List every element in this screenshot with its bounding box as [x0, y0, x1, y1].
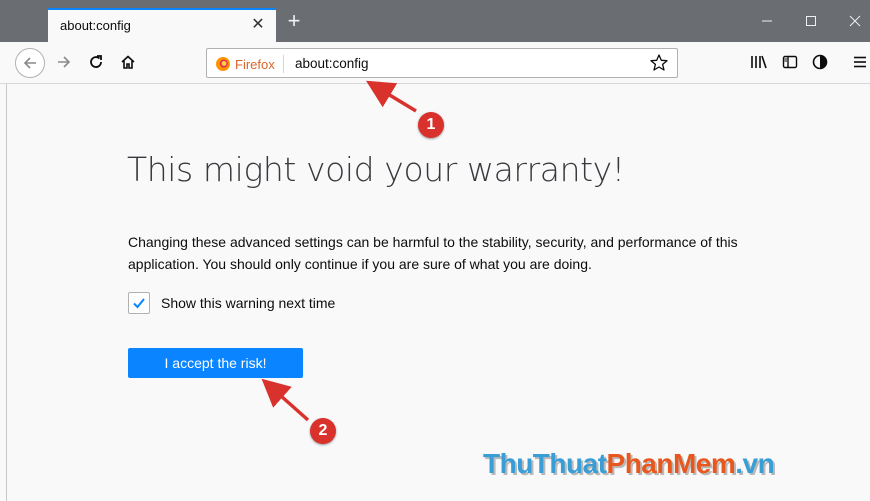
maximize-icon: [806, 16, 816, 26]
maximize-button[interactable]: [796, 12, 826, 32]
arrow-1: [366, 80, 417, 113]
hamburger-menu-icon: [854, 56, 866, 68]
accept-risk-button[interactable]: I accept the risk!: [128, 348, 303, 378]
library-button[interactable]: [744, 48, 772, 76]
close-icon: [849, 15, 861, 27]
url-text[interactable]: about:config: [295, 56, 369, 71]
show-warning-label[interactable]: Show this warning next time: [161, 295, 335, 311]
close-window-button[interactable]: [840, 12, 870, 32]
half-moon-icon: [812, 54, 828, 70]
star-icon: [650, 54, 668, 71]
sidebar-icon: [782, 55, 798, 69]
sidebar-button[interactable]: [776, 48, 804, 76]
menu-button[interactable]: [846, 48, 870, 76]
watermark-part2: PhanMem: [606, 448, 736, 479]
extension-button[interactable]: [806, 48, 834, 76]
titlebar-spacer: [0, 0, 48, 42]
watermark: ThuThuatPhanMem.vn: [483, 448, 775, 480]
back-arrow-icon: [23, 57, 36, 69]
new-tab-button[interactable]: +: [282, 10, 306, 34]
warning-message: Changing these advanced settings can be …: [128, 234, 738, 272]
forward-button[interactable]: [50, 48, 78, 76]
reload-icon: [90, 55, 102, 68]
url-bar[interactable]: Firefox about:config: [206, 48, 678, 78]
watermark-part1: ThuThuat: [483, 448, 607, 479]
page-border: [6, 84, 7, 501]
tab-title: about:config: [60, 18, 131, 33]
firefox-logo-icon: [216, 57, 230, 71]
bookmark-star-button[interactable]: [649, 53, 669, 78]
home-icon: [121, 55, 135, 69]
minimize-button[interactable]: [752, 12, 782, 32]
tab-about-config[interactable]: about:config ✕: [48, 8, 276, 42]
library-icon: [751, 55, 767, 69]
back-button[interactable]: [14, 47, 46, 79]
title-bar: about:config ✕ +: [0, 0, 870, 42]
page-title: This might void your warranty!: [127, 150, 625, 189]
arrow-2: [261, 378, 310, 422]
navigation-toolbar: Firefox about:config: [0, 42, 870, 84]
reload-button[interactable]: [82, 48, 110, 76]
checkmark-icon: [133, 298, 145, 309]
annotation-badge-2: 2: [310, 418, 336, 444]
show-warning-checkbox[interactable]: [128, 292, 150, 314]
minimize-icon: [762, 20, 772, 22]
identity-box[interactable]: Firefox: [215, 55, 284, 73]
identity-label: Firefox: [235, 56, 275, 72]
forward-arrow-icon: [58, 56, 71, 68]
watermark-part3: .vn: [735, 448, 775, 479]
tab-close-icon[interactable]: ✕: [248, 15, 268, 35]
home-button[interactable]: [114, 48, 142, 76]
annotation-badge-1: 1: [418, 112, 444, 138]
